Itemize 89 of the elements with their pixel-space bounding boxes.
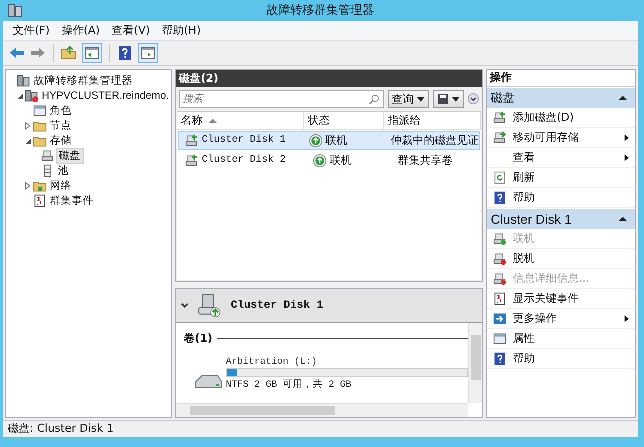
window-title: 故障转移群集管理器 (266, 2, 374, 19)
tree-item[interactable]: 角色 (48, 104, 74, 118)
tree-item[interactable]: 网络 (48, 178, 74, 192)
column-header[interactable]: 指派给 (384, 112, 481, 129)
window-icon (33, 104, 47, 118)
tree-item[interactable]: 池 (56, 164, 71, 178)
disk-online-icon (197, 292, 223, 318)
menu-item[interactable]: 操作(A) (62, 23, 100, 38)
collapsed-triangle-icon[interactable] (24, 122, 32, 130)
hard-drive-icon (194, 373, 224, 391)
disk-plus-icon (185, 154, 199, 168)
help-icon (493, 190, 507, 204)
search-field[interactable]: 搜索 (179, 90, 384, 108)
panel-title: 操作 (487, 70, 635, 87)
section-heading: 卷(1) (184, 331, 213, 346)
tree-item[interactable]: 故障转移群集管理器 (32, 74, 135, 88)
back-arrow-icon[interactable] (9, 45, 25, 61)
properties-icon (493, 332, 507, 346)
action-item[interactable]: 移动可用存储 (513, 130, 618, 145)
action-item[interactable]: 显示关键事件 (513, 291, 629, 306)
cluster-icon (25, 88, 39, 102)
action-item[interactable]: 帮助 (513, 351, 629, 366)
action-item[interactable]: 查看 (513, 150, 618, 165)
panel-title: 磁盘(2) (176, 70, 482, 87)
detail-title: Cluster Disk 1 (231, 300, 324, 312)
group-title: Cluster Disk 1 (491, 212, 572, 226)
action-item[interactable]: 添加磁盘(D) (513, 110, 629, 125)
table-cell: 仲裁中的磁盘见证 (391, 133, 479, 148)
pane-toggle-icon[interactable] (138, 43, 158, 63)
disk-info-icon (493, 272, 507, 286)
column-header[interactable]: 状态 (304, 112, 384, 129)
tree-item[interactable]: 磁盘 (56, 148, 84, 164)
up-arrow-circle-icon (308, 134, 323, 148)
table-cell: Cluster Disk 1 (202, 135, 286, 146)
forward-arrow-icon[interactable] (30, 45, 46, 61)
status-text: 磁盘: Cluster Disk 1 (8, 422, 114, 435)
tree-item[interactable]: 存储 (48, 134, 74, 148)
tree-item[interactable]: HYPVCLUSTER.reindemo. (40, 90, 171, 102)
horizontal-scrollbar[interactable] (176, 403, 468, 417)
pane-toggle-icon[interactable] (82, 43, 102, 63)
help-icon (493, 352, 507, 366)
disk-plus-icon (493, 110, 507, 124)
collapse-caret-icon[interactable] (619, 94, 627, 102)
up-arrow-circle-icon (313, 154, 327, 168)
menu-item[interactable]: 查看(V) (112, 23, 150, 38)
collapse-caret-icon[interactable] (619, 215, 627, 223)
save-icon (437, 93, 449, 105)
disk-plus-icon (185, 134, 199, 148)
table-cell: 群集共享卷 (398, 153, 453, 168)
expanded-triangle-icon[interactable] (16, 92, 24, 100)
action-item[interactable]: 脱机 (513, 251, 629, 266)
server-stack-icon (17, 74, 31, 88)
help-icon[interactable] (117, 45, 133, 61)
action-item[interactable]: 帮助 (513, 190, 629, 205)
vertical-scrollbar[interactable] (468, 323, 482, 403)
volume-label: Arbitration (L:) (226, 356, 318, 367)
menu-item[interactable]: 帮助(H) (162, 23, 201, 38)
save-button[interactable] (433, 90, 464, 108)
group-title: 磁盘 (491, 90, 515, 106)
caret-icon (452, 95, 460, 103)
action-item[interactable]: 刷新 (513, 170, 629, 185)
table-cell: Cluster Disk 2 (202, 155, 286, 166)
event-log-icon (493, 292, 507, 306)
server-stack-icon (8, 2, 24, 18)
table-row[interactable]: Cluster Disk 2 联机 群集共享卷 (178, 151, 480, 170)
search-icon (369, 94, 380, 105)
disk-arrow-icon (493, 130, 507, 144)
collapse-chevron-icon[interactable] (181, 302, 189, 310)
expand-circle-icon[interactable] (468, 92, 479, 106)
disk-icon (41, 148, 55, 162)
disk-offline-icon (493, 252, 507, 266)
collapsed-triangle-icon[interactable] (24, 182, 32, 190)
tree-item[interactable]: 群集事件 (48, 194, 96, 208)
table-cell: 联机 (326, 133, 348, 148)
table-cell: 联机 (330, 153, 352, 168)
folder-up-icon[interactable] (61, 45, 77, 61)
menu-item[interactable]: 文件(F) (13, 23, 50, 38)
caret-icon (417, 95, 425, 103)
event-log-icon (33, 194, 47, 208)
column-header[interactable]: 名称 (177, 112, 304, 129)
action-item[interactable]: 属性 (513, 331, 629, 346)
action-item[interactable]: 更多操作 (513, 311, 618, 326)
expanded-triangle-icon[interactable] (24, 136, 32, 144)
query-button[interactable]: 查询 (388, 90, 429, 108)
disk-online-icon (493, 232, 507, 246)
refresh-icon (493, 170, 507, 184)
table-row[interactable]: Cluster Disk 1 联机 仲裁中的磁盘见证 (178, 131, 480, 150)
volume-summary: NTFS 2 GB 可用，共 2 GB (226, 378, 353, 391)
tree-item[interactable]: 节点 (48, 118, 74, 132)
